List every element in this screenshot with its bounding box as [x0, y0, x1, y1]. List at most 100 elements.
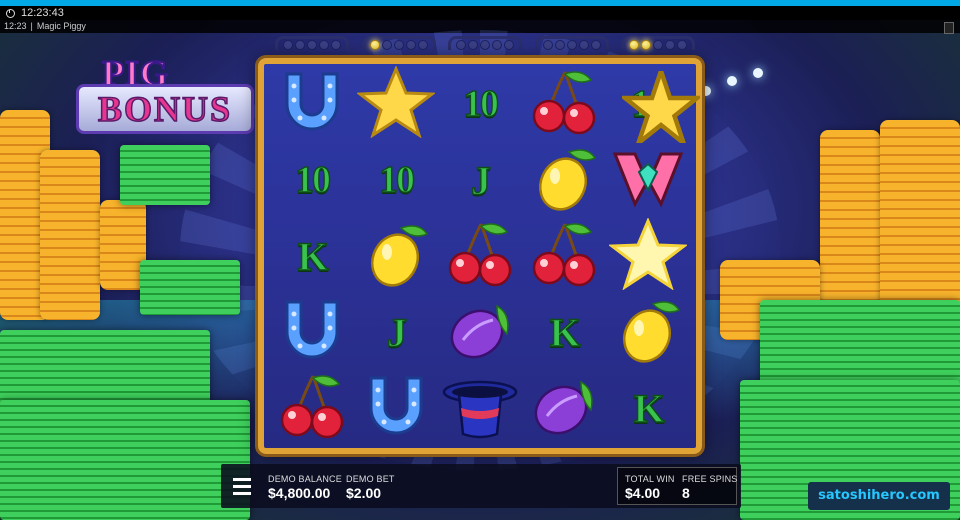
reel-cell [606, 142, 690, 218]
royal-symbol: 10 [462, 82, 500, 126]
reel-cell: 10 [354, 142, 438, 218]
balance-label: DEMO BALANCE [268, 474, 342, 484]
bet-value: $2.00 [346, 485, 382, 501]
plum-symbol-icon [525, 370, 603, 447]
indicator-dot [653, 39, 663, 50]
title-time: 12:23 [4, 21, 27, 31]
indicator-dot [295, 39, 305, 50]
horseshoe-symbol-icon [273, 294, 351, 371]
bet-label: DEMO BET [346, 474, 395, 484]
indicator-group-4 [534, 36, 609, 50]
cash-stack-left-4 [0, 400, 250, 520]
menu-icon-line [233, 477, 251, 481]
indicator-dot [393, 39, 404, 50]
indicator-dot-lit [629, 39, 639, 50]
cash-stack-right-1 [760, 300, 960, 390]
indicator-dot [405, 39, 416, 50]
indicator-dot [381, 39, 392, 50]
app-title: Magic Piggy [36, 21, 86, 31]
reel-cell [438, 294, 522, 370]
free-spins-label: FREE SPINS [682, 474, 738, 484]
star-symbol-icon [355, 64, 437, 143]
indicator-dot [283, 39, 293, 50]
reel-cell: K [606, 370, 690, 446]
menu-icon-line [233, 484, 251, 488]
indicator-dot [504, 39, 514, 50]
indicator-dot [566, 39, 577, 50]
indicator-group-3 [448, 36, 522, 50]
indicator-dot [319, 39, 329, 50]
cash-stack-left-2 [140, 260, 240, 315]
reel-cell: 10 [606, 63, 704, 150]
reel-cell [522, 218, 606, 294]
reel-cell [522, 66, 606, 142]
horseshoe-symbol-icon [273, 66, 351, 143]
reel-cell [354, 218, 438, 294]
total-win-value: $4.00 [625, 485, 661, 501]
indicator-dot [665, 39, 675, 50]
royal-symbol: 10 [378, 158, 416, 202]
cherry-symbol-icon [525, 66, 603, 143]
menu-icon-line [233, 491, 251, 495]
royal-symbol: K [297, 233, 330, 280]
pig-bonus-logo: PIG BONUS [76, 52, 254, 144]
reel-cell: 10 [270, 142, 354, 218]
logo-line2: BONUS [76, 84, 254, 134]
coin-stack-left-2 [40, 150, 100, 320]
royal-symbol: J [386, 309, 408, 356]
reel-cell: 10 [438, 66, 522, 142]
indicator-dot [590, 39, 601, 50]
indicator-dot [417, 39, 428, 50]
reel-cell [438, 370, 522, 446]
indicator-dot [307, 39, 317, 50]
wild-symbol-icon [609, 142, 687, 219]
bonus-indicator-row [275, 36, 695, 52]
status-bar: 12:23:43 [0, 6, 960, 20]
status-time: 12:23:43 [21, 7, 64, 19]
reel-cell [354, 370, 438, 446]
cherry-symbol-icon [441, 218, 519, 295]
lemon-symbol-icon [609, 294, 687, 371]
reel-cell: K [270, 218, 354, 294]
total-win-label: TOTAL WIN [625, 474, 675, 484]
indicator-dot [542, 39, 553, 50]
lemon-symbol-icon [525, 142, 603, 219]
indicator-dot [480, 39, 490, 50]
indicator-dot [331, 39, 341, 50]
clock-icon [6, 8, 15, 18]
reel-cell [438, 218, 522, 294]
reel-grid: 10 10 10 10 J K J K K [270, 63, 704, 448]
indicator-group-1 [275, 36, 349, 50]
star-glow-symbol-icon [607, 216, 689, 295]
free-spins-value: 8 [682, 485, 690, 501]
reel-cell [522, 142, 606, 218]
royal-symbol: K [549, 309, 582, 356]
lemon-symbol-icon [357, 218, 435, 295]
reel-cell [522, 370, 606, 446]
reel-cell [270, 294, 354, 370]
royal-symbol: 10 [294, 158, 332, 202]
indicator-dot [456, 39, 466, 50]
reel-cell: J [354, 294, 438, 370]
indicator-dot [468, 39, 478, 50]
horseshoe-symbol-icon [357, 370, 435, 447]
title-separator: | [30, 21, 33, 31]
mini-star-icon [618, 63, 704, 150]
reel-cell [354, 64, 438, 143]
watermark-badge[interactable]: satoshihero.com [808, 482, 950, 510]
indicator-group-5 [621, 36, 695, 50]
reel-cell [270, 370, 354, 446]
indicator-dot [492, 39, 502, 50]
reel-cell [606, 294, 690, 370]
reel-cell [606, 216, 690, 295]
cherry-symbol-icon [525, 218, 603, 295]
indicator-dot [677, 39, 687, 50]
indicator-dot-lit [641, 39, 651, 50]
balance-value: $4,800.00 [268, 485, 331, 501]
indicator-dot [578, 39, 589, 50]
indicator-dot-lit [369, 39, 380, 50]
reel-cell: J [438, 142, 522, 218]
reel-cell: K [522, 294, 606, 370]
indicator-group-2 [361, 36, 436, 50]
menu-button[interactable] [224, 467, 260, 505]
